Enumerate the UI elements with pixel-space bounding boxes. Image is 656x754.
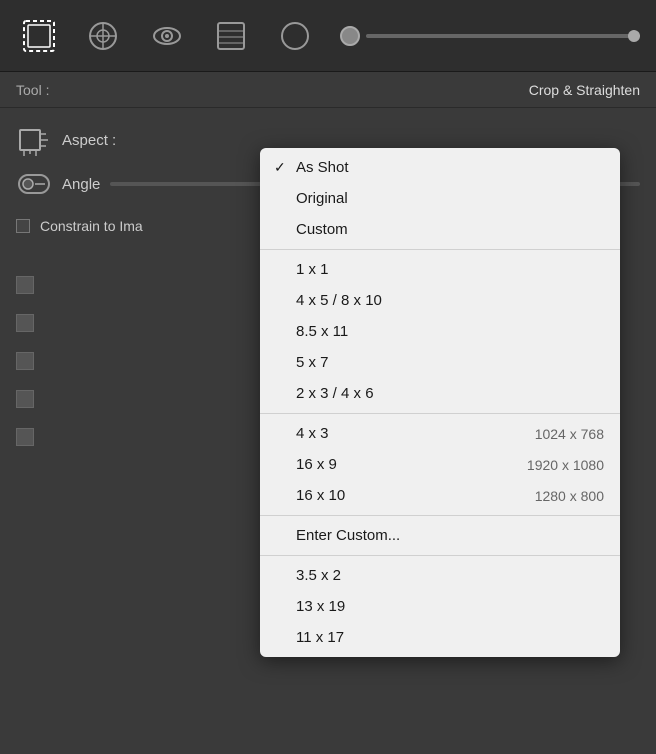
dropdown-item-right-2-1: 1920 x 1080 (527, 457, 604, 473)
bottom-row-box-4 (16, 390, 34, 408)
heal-tool-button[interactable] (80, 13, 126, 59)
dropdown-item-0-2[interactable]: Custom (260, 214, 620, 245)
tool-key-label: Tool : (16, 82, 49, 98)
dropdown-item-1-4[interactable]: 2 x 3 / 4 x 6 (260, 378, 620, 409)
dropdown-item-label-0-1: Original (296, 190, 348, 207)
dropdown-item-1-2[interactable]: 8.5 x 11 (260, 316, 620, 347)
dropdown-section-4: 3.5 x 2 13 x 19 11 x 17 (260, 556, 620, 657)
dropdown-item-label-1-2: 8.5 x 11 (296, 323, 348, 340)
dropdown-item-4-1[interactable]: 13 x 19 (260, 591, 620, 622)
bottom-row-box-2 (16, 314, 34, 332)
dropdown-item-1-0[interactable]: 1 x 1 (260, 254, 620, 285)
dropdown-section-3: Enter Custom... (260, 516, 620, 556)
dropdown-item-label-1-0: 1 x 1 (296, 261, 329, 278)
dropdown-item-label-2-2: 16 x 10 (296, 487, 345, 504)
dropdown-item-3-0[interactable]: Enter Custom... (260, 520, 620, 551)
constrain-label: Constrain to Ima (40, 218, 143, 234)
aspect-icon (16, 122, 52, 158)
dropdown-item-label-1-3: 5 x 7 (296, 354, 329, 371)
constrain-checkbox[interactable] (16, 219, 30, 233)
dropdown-item-right-2-2: 1280 x 800 (535, 488, 604, 504)
dropdown-section-0: As Shot Original Custom (260, 148, 620, 250)
dropdown-item-1-1[interactable]: 4 x 5 / 8 x 10 (260, 285, 620, 316)
dropdown-item-label-4-2: 11 x 17 (296, 629, 344, 646)
redeye-tool-button[interactable] (144, 13, 190, 59)
crop-tool-button[interactable] (16, 13, 62, 59)
dropdown-section-2: 4 x 31024 x 76816 x 91920 x 108016 x 101… (260, 414, 620, 516)
dropdown-item-label-0-0: As Shot (296, 159, 349, 176)
dropdown-item-0-0[interactable]: As Shot (260, 152, 620, 183)
dropdown-item-label-1-1: 4 x 5 / 8 x 10 (296, 292, 382, 309)
angle-label: Angle (62, 176, 100, 193)
dropdown-item-label-2-0: 4 x 3 (296, 425, 329, 442)
dropdown-item-4-2[interactable]: 11 x 17 (260, 622, 620, 653)
dropdown-item-label-4-0: 3.5 x 2 (296, 567, 341, 584)
dropdown-item-label-3-0: Enter Custom... (296, 527, 400, 544)
dropdown-item-2-2[interactable]: 16 x 10 1280 x 800 (260, 480, 620, 511)
dropdown-item-right-2-0: 1024 x 768 (535, 426, 604, 442)
angle-icon (16, 166, 52, 202)
bottom-row-box-5 (16, 428, 34, 446)
dropdown-item-label-1-4: 2 x 3 / 4 x 6 (296, 385, 374, 402)
brush-slider-container (340, 26, 640, 46)
dropdown-item-1-3[interactable]: 5 x 7 (260, 347, 620, 378)
toolbar-slider-track[interactable] (366, 34, 640, 38)
dropdown-item-2-0[interactable]: 4 x 3 1024 x 768 (260, 418, 620, 449)
bottom-row-box-1 (16, 276, 34, 294)
graduated-tool-button[interactable] (208, 13, 254, 59)
tool-label-row: Tool : Crop & Straighten (0, 72, 656, 108)
dropdown-item-4-0[interactable]: 3.5 x 2 (260, 560, 620, 591)
aspect-dropdown: As Shot Original Custom 1 x 1 4 x 5 / 8 x 10… (260, 148, 620, 657)
dropdown-item-2-1[interactable]: 16 x 9 1920 x 1080 (260, 449, 620, 480)
dropdown-item-label-2-1: 16 x 9 (296, 456, 337, 473)
brush-icon (340, 26, 360, 46)
bottom-row-box-3 (16, 352, 34, 370)
radial-tool-button[interactable] (272, 13, 318, 59)
dropdown-item-0-1[interactable]: Original (260, 183, 620, 214)
aspect-label: Aspect : (62, 132, 116, 149)
dropdown-item-label-4-1: 13 x 19 (296, 598, 345, 615)
toolbar (0, 0, 656, 72)
dropdown-item-label-0-2: Custom (296, 221, 348, 238)
dropdown-section-1: 1 x 1 4 x 5 / 8 x 10 8.5 x 11 5 x 7 2 x 3 / … (260, 250, 620, 414)
tool-value-label: Crop & Straighten (529, 82, 640, 98)
